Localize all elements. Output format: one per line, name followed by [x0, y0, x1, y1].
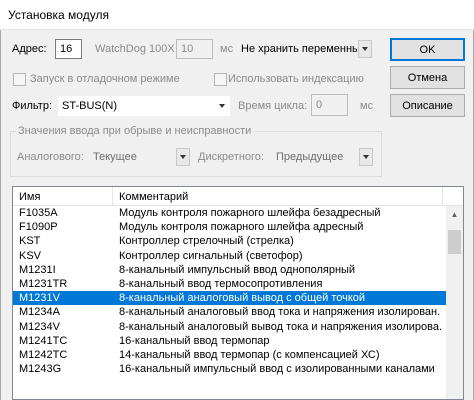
table-row[interactable]: M1231TR 8-канальный ввод термосопротивлен… [13, 277, 463, 291]
watchdog-label: WatchDog 100X [95, 43, 175, 55]
table-row[interactable]: M1231V 8-канальный аналоговый вывод с общ… [13, 291, 463, 306]
analog-label: Аналогового: [17, 151, 84, 163]
module-comment-cell: 8-канальный импульсный ввод однополярный [119, 263, 356, 276]
ok-button[interactable]: OK [390, 38, 465, 61]
chevron-down-icon[interactable] [215, 97, 229, 115]
module-list[interactable]: Имя Комментарий F1035A Модуль контроля по… [12, 186, 464, 400]
chevron-down-icon[interactable] [359, 148, 373, 166]
filter-label: Фильтр: [12, 100, 53, 112]
address-label: Адрес: [12, 43, 47, 55]
scrollbar-thumb[interactable] [448, 230, 461, 254]
module-name-cell: M1241TC [19, 334, 68, 347]
indexing-checkbox[interactable] [214, 73, 227, 86]
discrete-select[interactable]: Предыдущее [273, 147, 373, 167]
filter-select-value: ST-BUS(N) [62, 100, 117, 112]
table-row[interactable]: F1035A Модуль контроля пожарного шлейфа б… [13, 206, 463, 220]
module-comment-cell: 14-канальный ввод термопар (с компенсаци… [119, 348, 380, 361]
storage-select-value: Не хранить переменны [241, 43, 358, 55]
module-comment-cell: 8-канальный аналоговый ввод тока и напря… [119, 306, 441, 319]
watchdog-input[interactable]: 10 [176, 39, 213, 59]
description-button[interactable]: Описание [390, 94, 465, 117]
fault-group-title: Значения ввода при обрыве и неисправност… [16, 125, 254, 137]
list-header: Имя Комментарий [13, 187, 463, 206]
module-comment-cell: 16-канальный импульсный ввод с изолирова… [119, 363, 435, 376]
table-row[interactable]: M1231I 8-канальный импульсный ввод однопо… [13, 263, 463, 277]
module-comment-cell: 8-канальный ввод термосопротивления [119, 277, 323, 290]
module-comment-cell: Контроллер сигнальный (светофор) [119, 249, 303, 262]
window-title: Установка модуля [8, 8, 109, 22]
table-row[interactable]: M1241TC 16-канальный ввод термопар [13, 334, 463, 348]
module-name-cell: M1231TR [19, 277, 68, 290]
module-name-cell: M1234A [19, 306, 60, 319]
cycle-input[interactable]: 0 [311, 94, 348, 116]
watchdog-unit: мс [220, 43, 234, 55]
module-name-cell: M1242TC [19, 348, 68, 361]
module-name-cell: KST [19, 235, 41, 248]
module-comment-cell: 8-канальный аналоговый вывод тока и напр… [119, 320, 443, 333]
table-row[interactable]: M1243G 16-канальный импульсный ввод с изо… [13, 362, 463, 376]
cycle-label: Время цикла: [238, 100, 308, 112]
list-body: F1035A Модуль контроля пожарного шлейфа б… [13, 206, 463, 376]
indexing-label: Использовать индексацию [228, 73, 364, 85]
module-comment-cell: 8-канальный аналоговый вывод с общей точ… [119, 292, 366, 305]
module-comment-cell: Модуль контроля пожарного шлейфа адресны… [119, 221, 364, 234]
module-name-cell: M1243G [19, 363, 62, 376]
analog-select[interactable]: Текущее [90, 147, 190, 167]
chevron-down-icon[interactable] [358, 40, 372, 58]
discrete-select-value: Предыдущее [276, 151, 344, 163]
chevron-down-icon[interactable] [176, 148, 190, 166]
module-name-cell: F1090P [19, 221, 58, 234]
vertical-scrollbar[interactable]: ▲ [446, 206, 463, 399]
module-name-cell: KSV [19, 249, 42, 262]
analog-select-value: Текущее [93, 151, 137, 163]
storage-select[interactable]: Не хранить переменны [238, 39, 372, 59]
scroll-up-icon[interactable]: ▲ [446, 206, 463, 223]
cycle-unit: мс [360, 100, 374, 112]
column-header-comment[interactable]: Комментарий [113, 187, 443, 206]
table-row[interactable]: M1234A 8-канальный аналоговый ввод тока и… [13, 305, 463, 319]
module-comment-cell: 16-канальный ввод термопар [119, 334, 270, 347]
module-name-cell: F1035A [19, 207, 58, 219]
debug-checkbox[interactable] [13, 73, 26, 86]
module-comment-cell: Модуль контроля пожарного шлейфа безадре… [119, 207, 381, 219]
module-comment-cell: Контроллер стрелочный (стрелка) [119, 235, 294, 248]
debug-label: Запуск в отладочном режиме [30, 73, 180, 85]
address-input[interactable]: 16 [55, 39, 82, 59]
table-row[interactable]: M1234V 8-канальный аналоговый вывод тока … [13, 320, 463, 334]
cancel-button[interactable]: Отмена [390, 66, 465, 89]
module-name-cell: M1234V [19, 320, 60, 333]
filter-select[interactable]: ST-BUS(N) [58, 96, 230, 116]
module-name-cell: M1231I [19, 263, 56, 276]
column-header-name[interactable]: Имя [13, 187, 113, 206]
module-name-cell: M1231V [19, 292, 60, 305]
title-bar: Установка модуля [0, 0, 474, 30]
table-row[interactable]: KST Контроллер стрелочный (стрелка) [13, 234, 463, 248]
table-row[interactable]: F1090P Модуль контроля пожарного шлейфа а… [13, 220, 463, 234]
table-row[interactable]: M1242TC 14-канальный ввод термопар (с ком… [13, 348, 463, 362]
table-row[interactable]: KSV Контроллер сигнальный (светофор) [13, 249, 463, 263]
discrete-label: Дискретного: [198, 151, 264, 163]
